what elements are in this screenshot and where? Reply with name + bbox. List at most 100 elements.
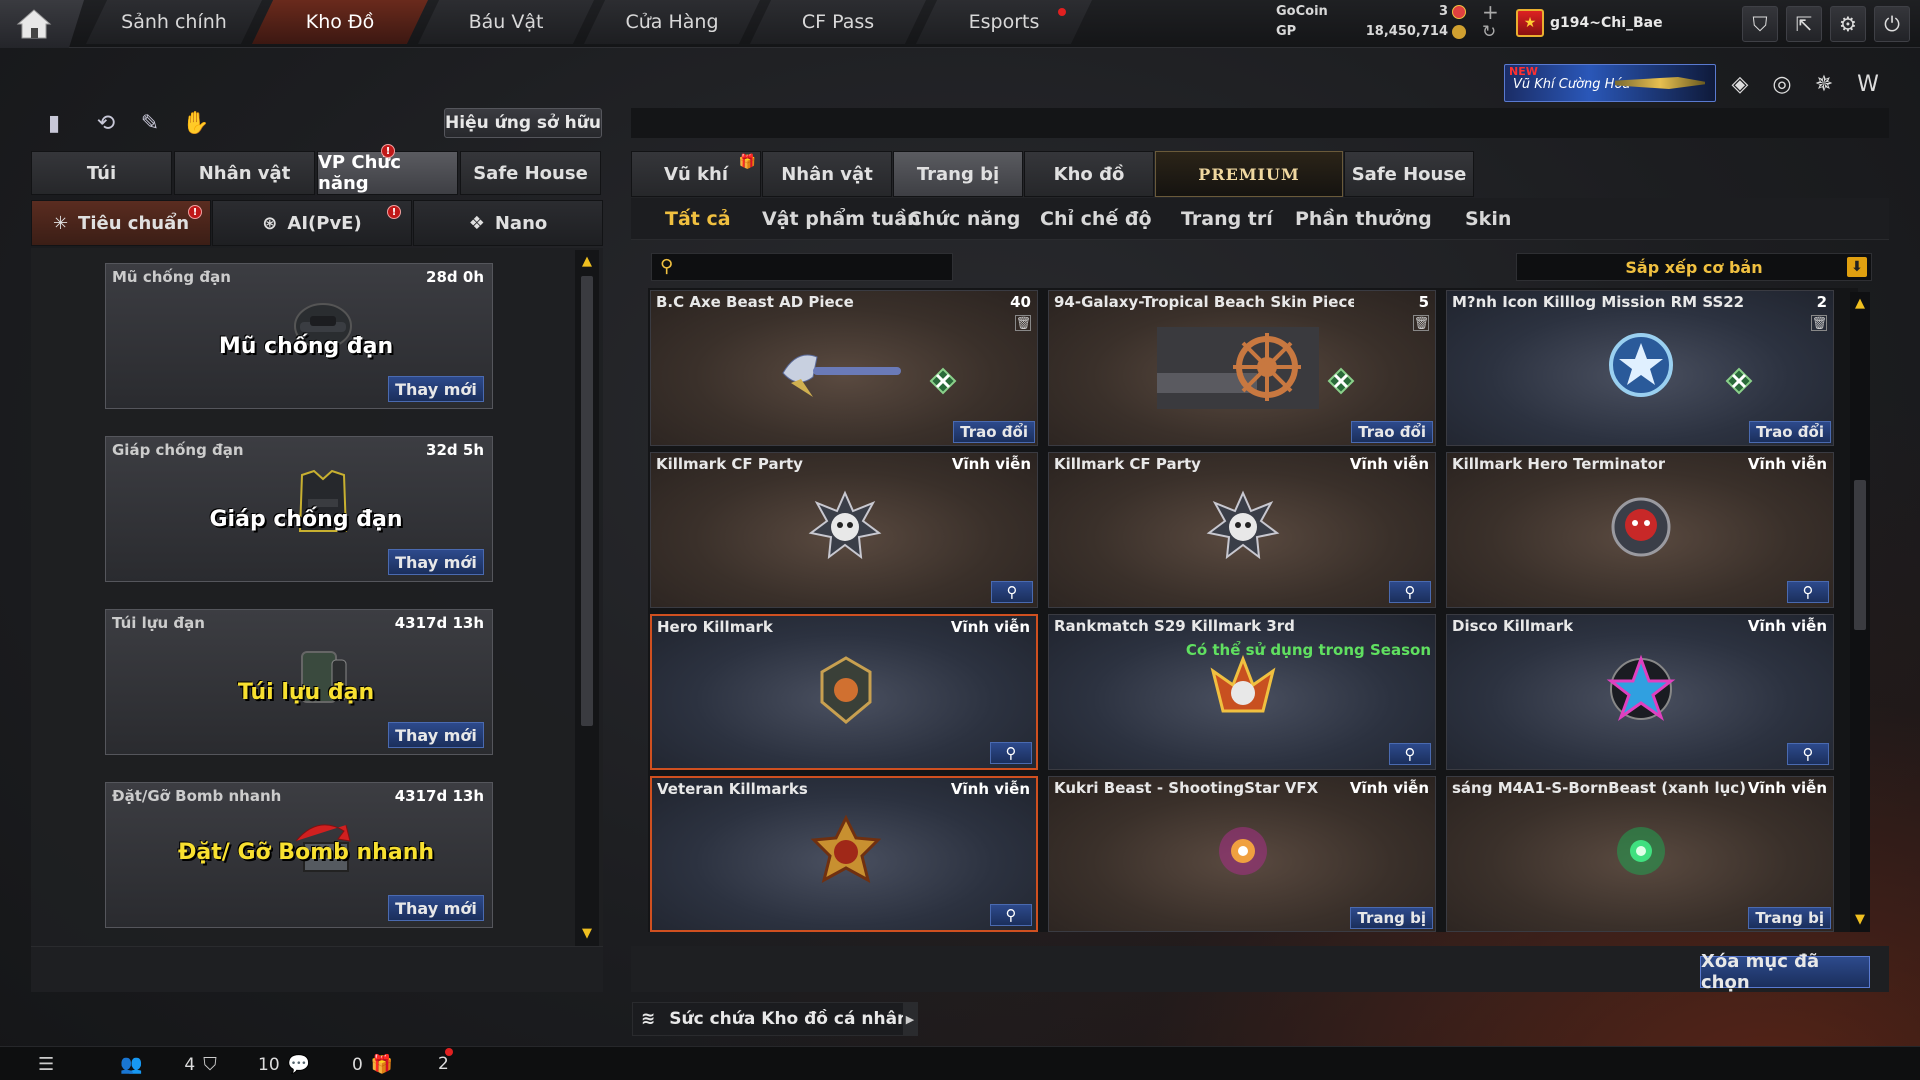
right-scrollbar[interactable]: ▲ ▼ [1850,292,1870,932]
item-card[interactable]: Veteran Killmarks Vĩnh viễn ⚲ [650,776,1038,932]
left-tab-bag[interactable]: Túi [31,151,172,195]
shield-icon[interactable]: ⛉ [1742,6,1778,42]
left-scrollbar[interactable]: ▲ ▼ [575,250,599,946]
skull-killmark-icon [1206,490,1280,560]
globe-icon[interactable]: ◎ [1766,68,1798,100]
sort-dropdown[interactable]: Sắp xếp cơ bản ⬇ [1516,253,1872,281]
inspect-button[interactable]: ⚲ [1389,743,1431,765]
replace-button[interactable]: Thay mới [388,549,484,575]
equip-button[interactable]: Trang bị [1350,907,1433,929]
equipment-slot[interactable]: Túi lựu đạn 4317d 13h Túi lựu đạn Thay m… [105,609,493,755]
promo-banner[interactable]: NEW Vũ Khí Cường Hóa [1504,64,1716,102]
refresh-icon[interactable]: ↻ [1482,22,1496,42]
add-currency-icon[interactable]: + [1482,0,1499,24]
replace-button[interactable]: Thay mới [388,722,484,748]
filter-functional[interactable]: Chức năng [908,208,1020,230]
power-icon[interactable]: ⏻ [1874,6,1910,42]
item-card[interactable]: Kukri Beast - ShootingStar VFX Vĩnh viễn… [1048,776,1436,932]
gift-status[interactable]: 2 [438,1048,453,1074]
notification-dot [444,1048,453,1056]
replace-button[interactable]: Thay mới [388,376,484,402]
inspect-button[interactable]: ⚲ [1389,581,1431,603]
nav-tab-treasure[interactable]: Báu Vật [418,0,594,44]
menu-icon[interactable]: ☰ [38,1054,54,1075]
player-info[interactable]: ★ g194~Chi_Bae [1516,6,1663,40]
item-card[interactable]: sáng M4A1-S-BornBeast (xanh lục) Vĩnh vi… [1446,776,1834,932]
sort-label: Sắp xếp cơ bản [1625,257,1763,277]
filter-mode-only[interactable]: Chỉ chế độ [1040,208,1152,230]
nav-tab-inventory[interactable]: Kho Đồ [252,0,428,44]
scroll-thumb[interactable] [1854,480,1866,630]
scroll-thumb[interactable] [581,276,593,726]
filter-all[interactable]: Tất cả [665,208,731,230]
right-tab-characters[interactable]: Nhân vật [762,151,892,197]
crosshair-icon[interactable]: ✵ [1808,68,1840,100]
trade-button[interactable]: Trao đổi [1351,421,1433,443]
equip-button[interactable]: Trang bị [1748,907,1831,929]
filter-weekly[interactable]: Vật phẩm tuần [762,208,921,230]
nav-tab-lobby[interactable]: Sảnh chính [86,0,262,44]
left-tab-safehouse[interactable]: Safe House [460,151,601,195]
inspect-button[interactable]: ⚲ [990,904,1032,926]
left-tab-functional[interactable]: VP Chức năng! [317,144,458,195]
spray-icon[interactable]: ✎ [134,108,166,138]
equipment-slot[interactable]: Đặt/Gỡ Bomb nhanh 4317d 13h Đặt/ Gỡ Bomb… [105,782,493,928]
subtab-nano[interactable]: ❖ Nano [413,200,603,246]
capacity-panel[interactable]: ≋ Sức chứa Kho đồ cá nhân ▶ [632,1002,918,1036]
right-tab-safehouse[interactable]: Safe House [1344,151,1474,197]
inspect-button[interactable]: ⚲ [1787,743,1829,765]
inspect-button[interactable]: ⚲ [1787,581,1829,603]
filter-rewards[interactable]: Phần thưởng [1295,208,1432,230]
clan-status[interactable]: 10 💬 [258,1054,310,1075]
item-card[interactable]: 94-Galaxy-Tropical Beach Skin Piece 5 🗑 … [1048,290,1436,446]
item-card[interactable]: Killmark Hero Terminator Vĩnh viễn ⚲ [1446,452,1834,608]
inspect-button[interactable]: ⚲ [991,581,1033,603]
scroll-up-icon[interactable]: ▲ [579,254,595,270]
item-card[interactable]: Killmark CF Party Vĩnh viễn ⚲ [650,452,1038,608]
right-tab-premium[interactable]: PREMIUM [1155,151,1343,197]
trade-button[interactable]: Trao đổi [953,421,1035,443]
equipment-slot[interactable]: Mũ chống đạn 28d 0h Mũ chống đạn Thay mớ… [105,263,493,409]
nav-tab-esports[interactable]: Esports [916,0,1092,44]
subtab-ai-pve[interactable]: ⊛ AI(PvE) ! [212,200,412,246]
item-card[interactable]: B.C Axe Beast AD Piece 40 🗑 Trao đổi [650,290,1038,446]
trash-icon[interactable]: 🗑 [1413,315,1429,331]
w-logo-icon[interactable]: W [1852,68,1884,100]
hand-icon[interactable]: ✋ [180,108,212,138]
event-emblem-icon[interactable]: ◈ [1724,68,1756,100]
owned-effects-button[interactable]: Hiệu ứng sở hữu [444,108,602,138]
subtab-standard[interactable]: ✳ Tiêu chuẩn ! [31,200,211,246]
search-input[interactable] [688,256,948,278]
scroll-down-icon[interactable]: ▼ [579,926,595,942]
chat-status[interactable]: 0 🎁 [352,1054,393,1075]
gear-icon[interactable]: ⚙ [1830,6,1866,42]
left-tab-character[interactable]: Nhân vật [174,151,315,195]
right-tab-equipment[interactable]: Trang bị [893,151,1023,197]
trade-button[interactable]: Trao đổi [1749,421,1831,443]
delete-selected-button[interactable]: Xóa mục đã chọn [1700,951,1870,993]
right-tab-storage[interactable]: Kho đồ [1024,151,1154,197]
trash-icon[interactable]: 🗑 [1015,315,1031,331]
exit-icon[interactable]: ⇱ [1786,6,1822,42]
equipment-slot[interactable]: Giáp chống đạn 32d 5h Giáp chống đạn Tha… [105,436,493,582]
scroll-down-icon[interactable]: ▼ [1852,912,1868,928]
nav-tab-shop[interactable]: Cửa Hàng [584,0,760,44]
stats-icon[interactable]: ▮ [38,108,70,138]
item-card[interactable]: Disco Killmark Vĩnh viễn ⚲ [1446,614,1834,770]
replace-button[interactable]: Thay mới [388,895,484,921]
scroll-up-icon[interactable]: ▲ [1852,296,1868,312]
filter-skin[interactable]: Skin [1465,208,1511,230]
friends-status[interactable]: 👥 4 ⛉ [120,1054,217,1075]
inspect-button[interactable]: ⚲ [990,742,1032,764]
right-tab-weapons[interactable]: Vũ khí 🎁 [631,151,761,197]
item-card[interactable]: Hero Killmark Vĩnh viễn ⚲ [650,614,1038,770]
item-card[interactable]: Killmark CF Party Vĩnh viễn ⚲ [1048,452,1436,608]
nav-tab-cfpass[interactable]: CF Pass [750,0,926,44]
filter-decoration[interactable]: Trang trí [1181,208,1273,230]
trade-icon [929,367,957,395]
home-button[interactable] [0,0,84,48]
rotate-icon[interactable]: ⟲ [90,108,122,138]
item-card[interactable]: M?nh Icon Killlog Mission RM SS22 2 🗑 Tr… [1446,290,1834,446]
trash-icon[interactable]: 🗑 [1811,315,1827,331]
item-card[interactable]: Rankmatch S29 Killmark 3rd Có thể sử dụn… [1048,614,1436,770]
